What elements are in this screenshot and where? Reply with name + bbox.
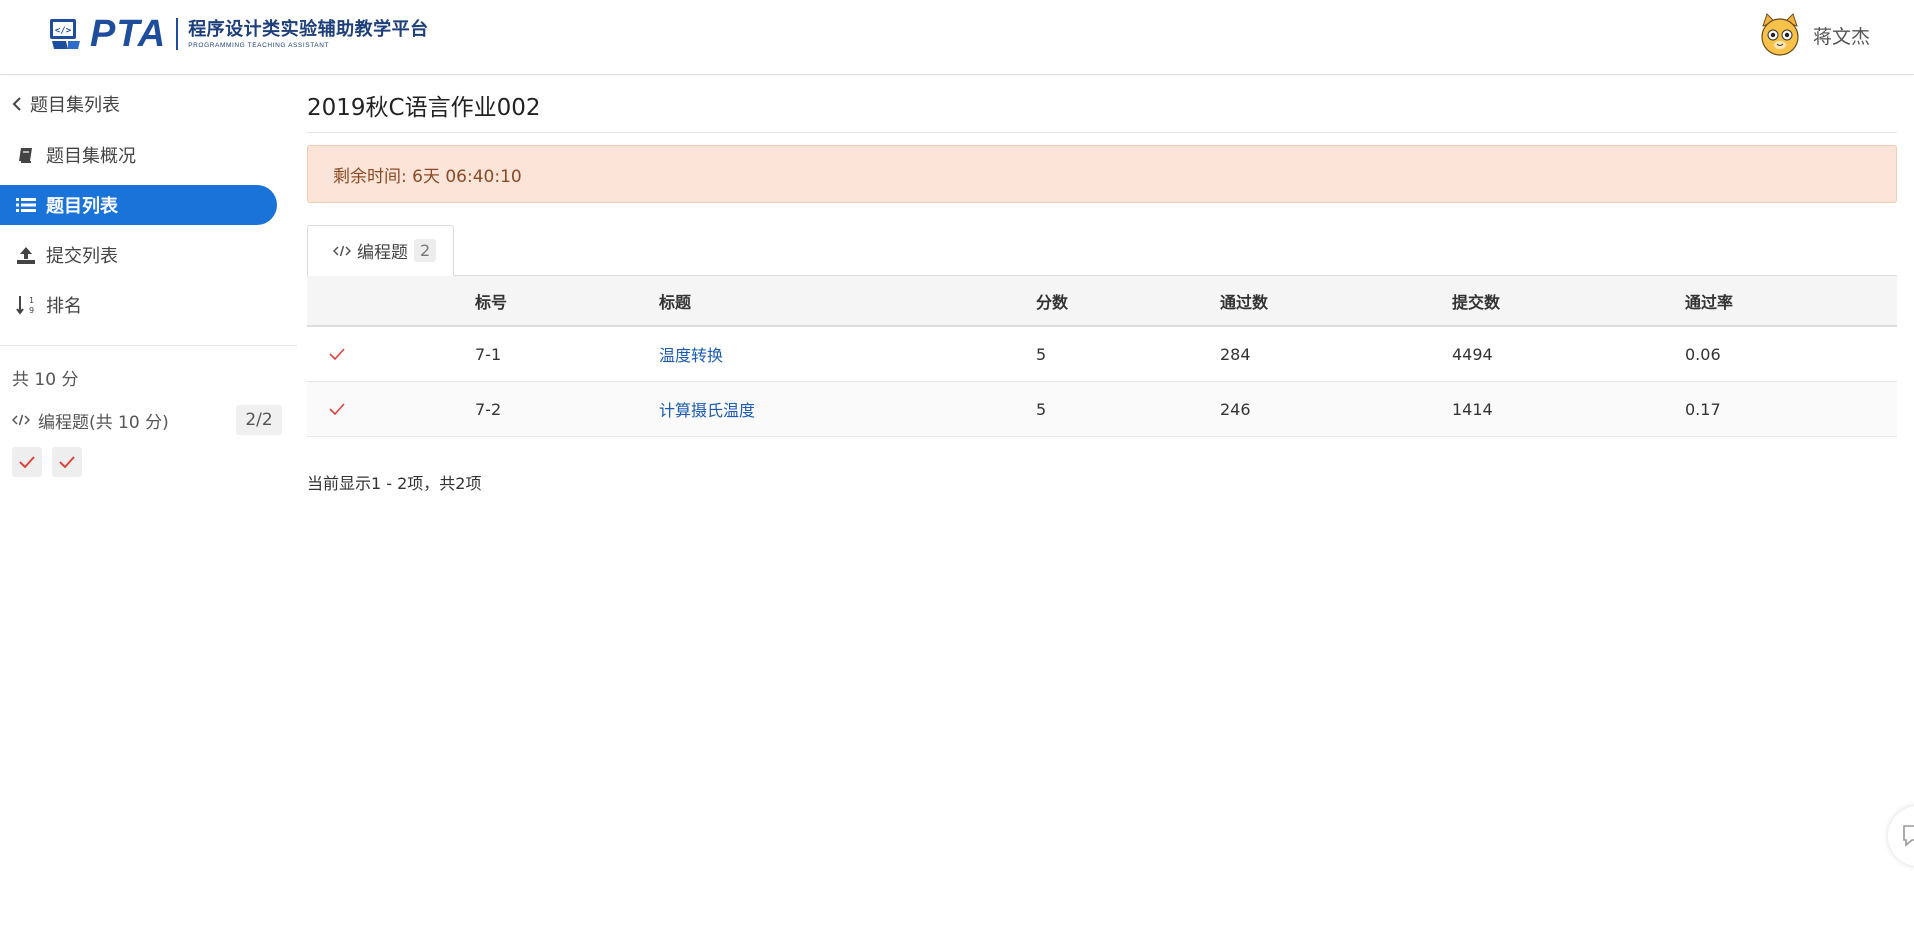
top-header: </> PTA 程序设计类实验辅助教学平台 PROGRAMMING TEACHI… [0,0,1914,75]
avatar[interactable] [1757,12,1803,58]
back-to-problem-sets-link[interactable]: 题目集列表 [12,91,120,117]
total-score: 共 10 分 [12,370,79,390]
sort-numeric-icon: 1 9 [16,295,36,315]
problem-pass-rate: 0.06 [1685,344,1721,364]
feedback-icon [1903,825,1914,847]
list-icon [16,195,36,215]
code-book-logo-icon: </> [50,19,80,49]
sidebar-item-ranking[interactable]: 1 9 排名 [0,285,277,325]
code-icon [333,245,351,256]
tab-count-badge: 2 [414,239,437,262]
upload-icon [16,245,36,265]
problem-score: 5 [1036,344,1047,364]
pta-logo[interactable]: </> PTA 程序设计类实验辅助教学平台 PROGRAMMING TEACHI… [48,14,429,54]
sidebar-item-label: 提交列表 [46,246,118,267]
check-icon [19,456,35,468]
sidebar-item-problem-list[interactable]: 题目列表 [0,185,277,225]
tab-programming[interactable]: 编程题 2 [307,225,454,276]
check-icon [329,382,345,436]
programming-section-row: 编程题(共 10 分) 2/2 [12,405,282,435]
problem-score: 5 [1036,399,1047,419]
sidebar-divider [0,345,297,346]
sidebar-item-label: 题目集概况 [46,146,136,167]
column-header-score[interactable]: 分数 [1036,276,1068,325]
problem-submitted-count: 1414 [1452,399,1493,419]
svg-text:9: 9 [29,306,34,315]
problem-title-link[interactable]: 计算摄氏温度 [659,382,755,436]
platform-name: 程序设计类实验辅助教学平台 [188,18,429,40]
column-header-submitted[interactable]: 提交数 [1452,276,1500,325]
problem-id: 7-1 [475,344,502,364]
problem-pass-rate: 0.17 [1685,399,1721,419]
problem-id: 7-2 [475,399,502,419]
table-row[interactable]: 7-2 计算摄氏温度 5 246 1414 0.17 [307,382,1897,437]
programming-progress-count: 2/2 [236,405,282,435]
page-title: 2019秋C语言作业002 [307,95,541,121]
table-header-row: 标号 标题 分数 通过数 提交数 通过率 [307,276,1897,327]
svg-text:</>: </> [55,26,72,36]
problem-submitted-count: 4494 [1452,344,1493,364]
programming-section-label: 编程题(共 10 分) [38,412,169,433]
check-icon [59,456,75,468]
chevron-left-icon [12,97,21,111]
logo-separator [176,18,179,50]
column-header-pass-rate[interactable]: 通过率 [1685,276,1733,325]
column-header-title[interactable]: 标题 [659,276,691,325]
sidebar-item-label: 排名 [46,296,82,317]
problem-passed-count: 284 [1220,344,1251,364]
remaining-time-banner: 剩余时间: 6天 06:40:10 [307,145,1897,203]
platform-name-en: PROGRAMMING TEACHING ASSISTANT [188,41,330,49]
table-row[interactable]: 7-1 温度转换 5 284 4494 0.06 [307,327,1897,382]
sidebar-item-label: 题目列表 [46,196,118,217]
problem-title-link[interactable]: 温度转换 [659,327,723,381]
problem-table: 标号 标题 分数 通过数 提交数 通过率 7-1 温度转换 5 284 4494… [307,276,1897,437]
back-link-label: 题目集列表 [30,95,120,116]
remaining-time-text: 剩余时间: 6天 06:40:10 [333,166,522,187]
code-icon [12,414,30,426]
column-header-id[interactable]: 标号 [475,276,507,325]
logo-wordmark: PTA [90,13,167,55]
svg-text:1: 1 [29,296,34,305]
problem-passed-count: 246 [1220,399,1251,419]
check-icon [329,327,345,381]
column-header-passed[interactable]: 通过数 [1220,276,1268,325]
sidebar-item-submissions[interactable]: 提交列表 [0,235,277,275]
username[interactable]: 蒋文杰 [1813,22,1870,49]
sidebar-item-overview[interactable]: 题目集概况 [0,135,277,175]
title-divider [307,132,1897,133]
pagination-info: 当前显示1 - 2项，共2项 [307,474,482,493]
tab-label: 编程题 [357,243,408,263]
problem-status-7-1[interactable] [12,447,42,477]
feedback-button[interactable] [1888,806,1914,866]
user-menu[interactable]: 蒋文杰 [1757,12,1870,58]
book-icon [16,145,36,165]
problem-status-7-2[interactable] [52,447,82,477]
